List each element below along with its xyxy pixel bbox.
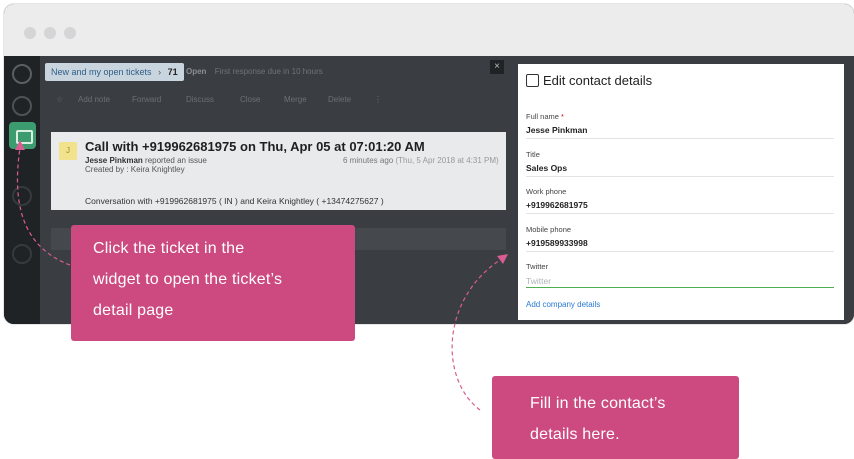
window-close-dot[interactable] <box>24 27 36 39</box>
panel-header: Edit contact details <box>526 73 652 88</box>
status-note: First response due in 10 hours <box>214 67 323 76</box>
edit-contact-panel: Edit contact details Full name * Jesse P… <box>518 64 844 320</box>
breadcrumb-separator: › <box>158 67 162 77</box>
callout-1-line-3: detail page <box>93 302 174 319</box>
requester-name[interactable]: Jesse Pinkman <box>85 156 143 165</box>
timestamp: (Thu, 5 Apr 2018 at 4:31 PM) <box>395 156 499 165</box>
callout-2-line-2: details here. <box>530 426 620 443</box>
ticket-title[interactable]: Call with +919962681975 on Thu, Apr 05 a… <box>85 139 425 154</box>
twitter-input[interactable] <box>526 275 834 288</box>
callout-open-ticket: Click the ticket in the widget to open t… <box>71 225 355 341</box>
callout-2-line-1: Fill in the contact’s <box>530 395 666 412</box>
title-input[interactable]: Sales Ops <box>526 163 834 177</box>
work-phone-input[interactable]: +919962681975 <box>526 200 834 214</box>
browser-titlebar <box>4 4 854 56</box>
mobile-phone-input[interactable]: +919589933998 <box>526 238 834 252</box>
time-ago: 6 minutes ago <box>343 156 394 165</box>
ticket-status: Open First response due in 10 hours <box>186 67 323 76</box>
work-phone-field: Work phone +919962681975 <box>526 187 834 214</box>
title-field: Title Sales Ops <box>526 150 834 177</box>
dashboard-icon[interactable] <box>12 96 32 116</box>
avatar: J <box>59 142 77 160</box>
ticket-card[interactable]: J Call with +919962681975 on Thu, Apr 05… <box>51 132 506 210</box>
mobile-phone-label: Mobile phone <box>526 225 572 234</box>
callout-fill-contact: Fill in the contact’s details here. <box>492 376 739 459</box>
ticket-time: 6 minutes ago (Thu, 5 Apr 2018 at 4:31 P… <box>343 156 499 165</box>
forward-button[interactable]: Forward <box>132 95 161 104</box>
merge-button[interactable]: Merge <box>284 95 307 104</box>
callout-1-line-1: Click the ticket in the <box>93 240 245 257</box>
full-name-label: Full name * <box>526 112 564 121</box>
contact-card-icon <box>526 74 539 87</box>
more-icon[interactable]: ⋮ <box>374 95 382 104</box>
conversation-text: Conversation with +919962681975 ( IN ) a… <box>85 196 384 206</box>
ticket-topbar: New and my open tickets › 71 Open First … <box>40 56 506 84</box>
reported-text: reported an issue <box>145 156 207 165</box>
status-label: Open <box>186 67 207 76</box>
close-icon[interactable]: × <box>490 60 504 74</box>
window-minimize-dot[interactable] <box>44 27 56 39</box>
ticket-toolbar: ☆ Add note Forward Discuss Close Merge D… <box>40 92 506 114</box>
full-name-input[interactable]: Jesse Pinkman <box>526 125 834 139</box>
twitter-field: Twitter <box>526 262 834 289</box>
delete-button[interactable]: Delete <box>328 95 351 104</box>
twitter-label: Twitter <box>526 262 549 271</box>
logo-icon <box>12 64 32 84</box>
created-by: Created by : Keira Knightley <box>85 165 185 174</box>
breadcrumb-link[interactable]: New and my open tickets <box>51 67 152 77</box>
discuss-button[interactable]: Discuss <box>186 95 214 104</box>
star-icon[interactable]: ☆ <box>56 95 63 104</box>
tickets-icon[interactable] <box>9 122 36 149</box>
close-ticket-button[interactable]: Close <box>240 95 260 104</box>
panel-title: Edit contact details <box>543 73 653 88</box>
full-name-field: Full name * Jesse Pinkman <box>526 112 834 139</box>
settings-icon[interactable] <box>12 244 32 264</box>
breadcrumb[interactable]: New and my open tickets › 71 <box>45 63 184 81</box>
title-label: Title <box>526 150 540 159</box>
add-note-button[interactable]: Add note <box>78 95 110 104</box>
callout-1-line-2: widget to open the ticket’s <box>93 271 283 288</box>
contacts-icon[interactable] <box>12 186 32 206</box>
required-marker: * <box>561 112 564 121</box>
ticket-requester-line: Jesse Pinkman reported an issue <box>85 156 207 165</box>
ticket-count: 71 <box>167 67 178 77</box>
work-phone-label: Work phone <box>526 187 567 196</box>
mobile-phone-field: Mobile phone +919589933998 <box>526 225 834 252</box>
tutorial-screenshot: New and my open tickets › 71 Open First … <box>0 0 854 459</box>
window-maximize-dot[interactable] <box>64 27 76 39</box>
app-sidebar <box>4 56 40 324</box>
add-company-link[interactable]: Add company details <box>526 300 600 309</box>
